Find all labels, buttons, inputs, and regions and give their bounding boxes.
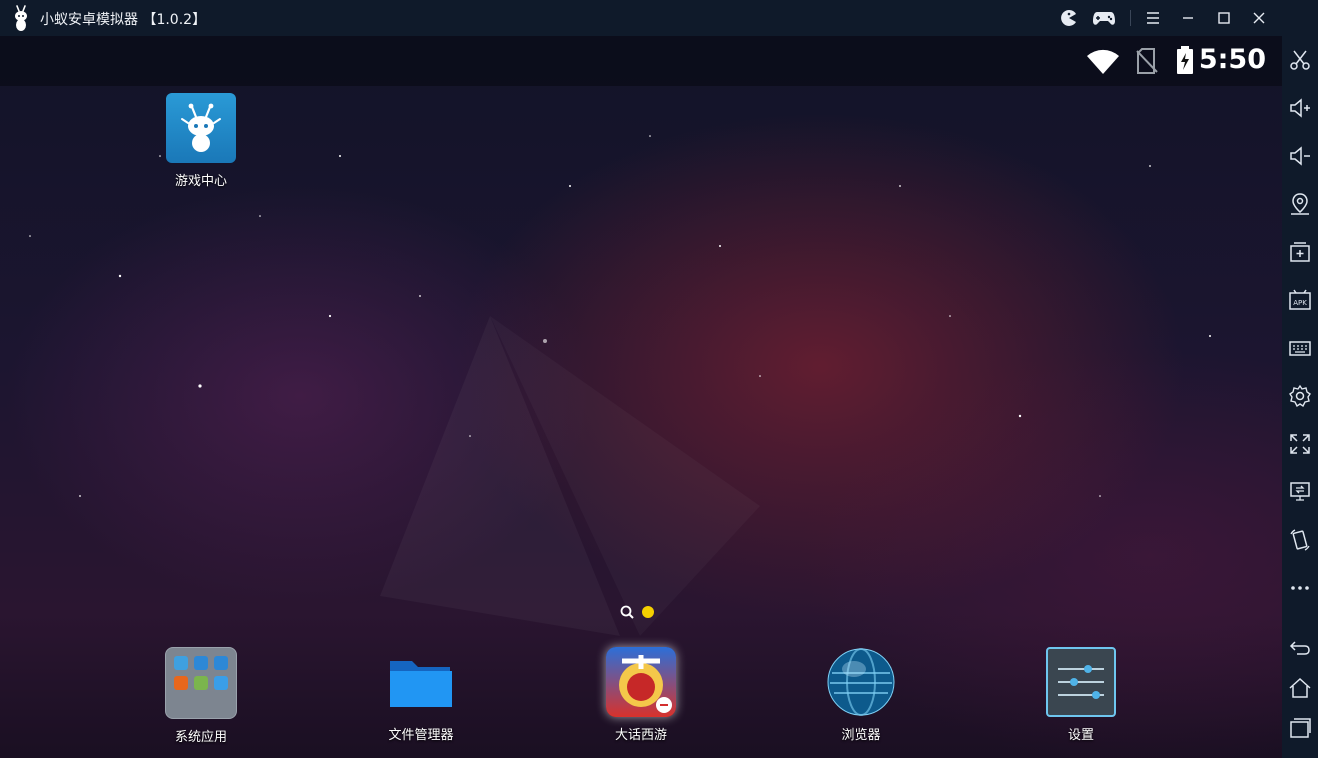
right-toolbar: APK <box>1282 0 1318 758</box>
recent-apps-icon[interactable] <box>1286 714 1314 742</box>
back-icon[interactable] <box>1286 634 1314 662</box>
gamepad-icon[interactable] <box>1090 6 1118 30</box>
android-status-bar: 5:50 <box>0 36 1282 86</box>
app-label: 系统应用 <box>174 730 227 745</box>
fullscreen-icon[interactable] <box>1286 430 1314 458</box>
ant-game-center-icon <box>166 93 236 163</box>
android-screen[interactable]: 5:50 游戏中心 系统应用 文件管理器 大话西游 浏览器 设置 <box>0 36 1282 758</box>
wifi-icon <box>1087 49 1119 74</box>
app-dahua-xiyou[interactable]: 大话西游 <box>581 647 701 743</box>
volume-down-icon[interactable] <box>1286 142 1314 170</box>
screen-sync-icon[interactable] <box>1286 478 1314 506</box>
multi-window-icon[interactable] <box>1286 238 1314 266</box>
titlebar-divider <box>1130 10 1131 26</box>
browser-globe-icon <box>826 647 896 717</box>
app-game-center[interactable]: 游戏中心 <box>141 93 261 189</box>
rotate-icon[interactable] <box>1286 526 1314 554</box>
ant-logo-icon <box>15 5 27 31</box>
minimize-icon[interactable] <box>1176 6 1200 30</box>
system-apps-folder-icon <box>165 647 237 719</box>
app-label: 游戏中心 <box>174 174 227 189</box>
app-label: 文件管理器 <box>388 728 454 743</box>
file-manager-folder-icon <box>386 647 456 717</box>
app-system-apps[interactable]: 系统应用 <box>141 647 261 745</box>
location-icon[interactable] <box>1286 190 1314 218</box>
pacman-icon[interactable] <box>1057 6 1081 30</box>
settings-sliders-icon <box>1046 647 1116 717</box>
apk-install-icon[interactable]: APK <box>1286 286 1314 314</box>
app-settings[interactable]: 设置 <box>1021 647 1141 743</box>
dahua-xiyou-game-icon <box>606 647 676 717</box>
home-icon[interactable] <box>1286 674 1314 702</box>
svg-text:APK: APK <box>1293 299 1307 307</box>
app-browser[interactable]: 浏览器 <box>801 647 921 743</box>
title-bar: 小蚁安卓模拟器 【1.0.2】 <box>0 0 1318 36</box>
battery-charging-icon <box>1177 46 1193 74</box>
more-icon[interactable] <box>1286 574 1314 602</box>
keyboard-icon[interactable] <box>1286 334 1314 362</box>
menu-icon[interactable] <box>1141 6 1165 30</box>
search-icon[interactable] <box>620 605 634 619</box>
no-sim-icon <box>1136 48 1158 74</box>
app-label: 设置 <box>1067 728 1094 743</box>
window-title: 小蚁安卓模拟器 【1.0.2】 <box>40 12 207 28</box>
app-label: 大话西游 <box>614 728 667 743</box>
maximize-icon[interactable] <box>1212 6 1236 30</box>
status-time: 5:50 <box>1198 44 1266 75</box>
app-file-manager[interactable]: 文件管理器 <box>361 647 481 743</box>
settings-gear-icon[interactable] <box>1286 382 1314 410</box>
app-label: 浏览器 <box>841 728 881 743</box>
page-indicator[interactable] <box>620 604 660 620</box>
page-dot-active <box>642 606 654 618</box>
volume-up-icon[interactable] <box>1286 94 1314 122</box>
close-icon[interactable] <box>1247 6 1271 30</box>
screenshot-scissors-icon[interactable] <box>1286 46 1314 74</box>
